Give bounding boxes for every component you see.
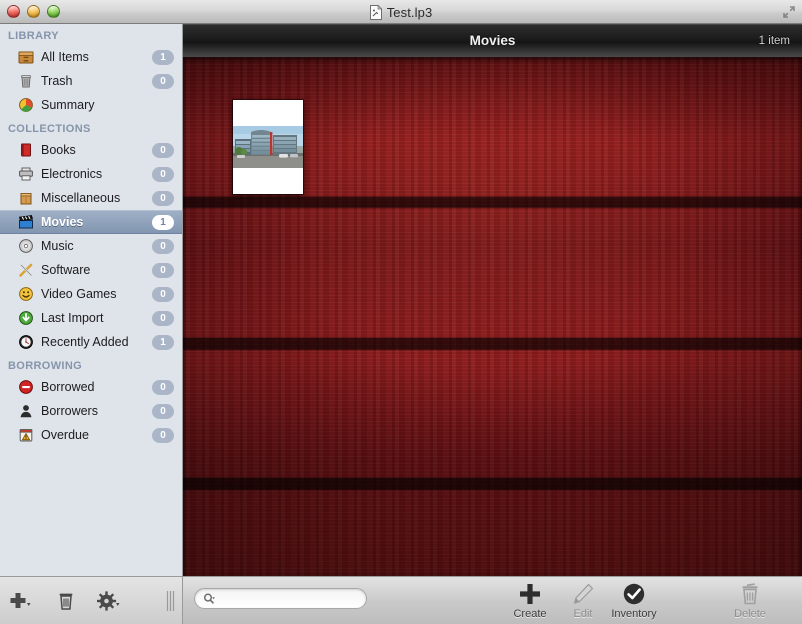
sidebar-item-label: Trash (41, 74, 73, 88)
calendar-warning-icon (18, 427, 34, 443)
download-arrow-icon (18, 310, 34, 326)
sidebar-item-badge: 0 (152, 238, 174, 254)
sidebar-item-all-items[interactable]: All Items 1 (0, 45, 182, 69)
create-button-label: Create (513, 608, 547, 620)
pencil-icon (571, 582, 595, 606)
sidebar-section-borrowing: BORROWING (8, 360, 83, 372)
sidebar-item-badge: 0 (152, 262, 174, 278)
search-input[interactable] (220, 591, 358, 606)
edit-button-label: Edit (573, 608, 593, 620)
sidebar-section-library: LIBRARY (8, 30, 59, 42)
action-menu-button[interactable] (88, 577, 132, 624)
paper-bag-icon (18, 190, 34, 206)
clock-icon (18, 334, 34, 350)
sidebar-item-trash[interactable]: Trash 0 (0, 69, 182, 93)
window-title-area: Test.lp3 (0, 0, 802, 24)
list-item[interactable] (233, 100, 303, 194)
sidebar-item-badge: 0 (152, 286, 174, 302)
clapboard-icon (18, 214, 34, 230)
delete-collection-button[interactable] (44, 577, 88, 624)
sidebar-item-books[interactable]: Books 0 (0, 138, 182, 162)
sidebar-item-badge: 0 (152, 73, 174, 89)
sidebar-item-label: Recently Added (41, 335, 129, 349)
collection-header-bar: Movies 1 item (183, 24, 802, 57)
trash-icon (738, 582, 762, 606)
sidebar-item-video-games[interactable]: Video Games 0 (0, 282, 182, 306)
item-grid[interactable] (183, 57, 802, 576)
sidebar-item-badge: 1 (152, 214, 174, 230)
sidebar-item-badge: 0 (152, 166, 174, 182)
sidebar-item-label: Summary (41, 98, 95, 112)
sidebar-item-label: Last Import (41, 311, 104, 325)
sidebar-section-collections: COLLECTIONS (8, 123, 91, 135)
sidebar-item-badge: 0 (152, 142, 174, 158)
pie-chart-icon (18, 97, 34, 113)
delete-button[interactable]: Delete (717, 581, 783, 623)
sidebar-item-electronics[interactable]: Electronics 0 (0, 162, 182, 186)
check-circle-icon (622, 582, 646, 606)
sidebar-item-borrowed[interactable]: Borrowed 0 (0, 375, 182, 399)
sidebar-item-last-import[interactable]: Last Import 0 (0, 306, 182, 330)
plus-with-chevron-icon (10, 592, 31, 608)
printer-icon (18, 166, 34, 182)
sidebar-item-miscellaneous[interactable]: Miscellaneous 0 (0, 186, 182, 210)
plus-icon (518, 582, 542, 606)
archive-box-icon (18, 49, 34, 65)
trash-icon (18, 73, 34, 89)
add-collection-button[interactable] (0, 577, 44, 624)
sidebar-item-overdue[interactable]: Overdue 0 (0, 423, 182, 447)
no-entry-icon (18, 379, 34, 395)
delete-button-label: Delete (734, 608, 766, 620)
sidebar-item-label: All Items (41, 50, 89, 64)
search-magnifier-icon (203, 593, 216, 605)
sidebar-item-label: Books (41, 143, 76, 157)
search-field[interactable] (194, 588, 367, 609)
sidebar-item-badge: 1 (152, 49, 174, 65)
page-title: Movies (469, 33, 516, 48)
sidebar-item-label: Video Games (41, 287, 117, 301)
inventory-button[interactable]: Inventory (601, 581, 667, 623)
sidebar-item-software[interactable]: Software 0 (0, 258, 182, 282)
sidebar-bottom-bar (0, 576, 183, 624)
resize-grip-icon[interactable] (166, 591, 175, 611)
trash-icon (59, 593, 73, 610)
sidebar-item-label: Electronics (41, 167, 103, 181)
sidebar-item-label: Borrowed (41, 380, 95, 394)
sidebar-item-summary[interactable]: Summary (0, 93, 182, 117)
book-icon (18, 142, 34, 158)
sidebar[interactable]: LIBRARY All Items 1 Trash 0 Summary COLL… (0, 24, 183, 576)
pencil-ruler-icon (18, 262, 34, 278)
sidebar-item-label: Borrowers (41, 404, 98, 418)
sidebar-item-recently-added[interactable]: Recently Added 1 (0, 330, 182, 354)
sidebar-item-badge: 0 (152, 310, 174, 326)
person-icon (18, 403, 34, 419)
inventory-button-label: Inventory (611, 608, 657, 620)
main-content: Movies 1 item (183, 24, 802, 576)
sidebar-item-music[interactable]: Music 0 (0, 234, 182, 258)
main-toolbar: Create Edit Inventory Delete (183, 576, 802, 624)
sidebar-item-borrowers[interactable]: Borrowers 0 (0, 399, 182, 423)
item-count: 1 item (758, 34, 790, 47)
sidebar-item-label: Software (41, 263, 91, 277)
sidebar-item-badge: 0 (152, 403, 174, 419)
sidebar-item-label: Overdue (41, 428, 89, 442)
modern-office-building-photo (233, 126, 303, 168)
window-title: Test.lp3 (386, 4, 433, 20)
fullscreen-arrows-icon[interactable] (781, 4, 797, 20)
cd-disc-icon (18, 238, 34, 254)
gear-with-chevron-icon (97, 590, 120, 611)
sidebar-item-badge: 0 (152, 190, 174, 206)
sidebar-item-label: Music (41, 239, 74, 253)
sidebar-item-label: Miscellaneous (41, 191, 121, 205)
title-bar: Test.lp3 (0, 0, 802, 24)
sidebar-item-badge: 1 (152, 334, 174, 350)
document-icon (369, 4, 383, 20)
sidebar-item-label: Movies (41, 215, 84, 229)
sidebar-item-badge: 0 (152, 379, 174, 395)
sidebar-item-badge: 0 (152, 427, 174, 443)
sidebar-item-movies[interactable]: Movies 1 (0, 210, 182, 234)
app-window: Test.lp3 LIBRARY All Items 1 Trash 0 Sum… (0, 0, 802, 624)
smiley-icon (18, 286, 34, 302)
